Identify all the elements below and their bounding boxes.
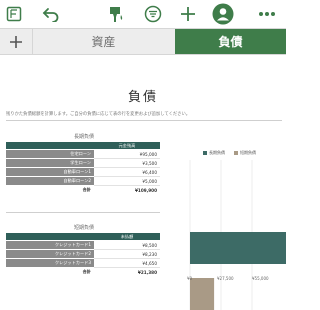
paintbrush-icon[interactable] bbox=[104, 2, 128, 26]
legend-swatch bbox=[234, 151, 238, 155]
table-row[interactable]: クレジットカード1 ¥8,500 bbox=[6, 240, 160, 250]
table-header-row: 元金残高 bbox=[6, 142, 160, 150]
table-row[interactable]: 学生ローン ¥3,500 bbox=[6, 158, 160, 168]
row-value: ¥8,500 bbox=[94, 240, 160, 250]
add-sheet-button[interactable] bbox=[0, 29, 33, 54]
sheet-tabs: 資産 負債 bbox=[0, 28, 286, 55]
bar-short-term[interactable] bbox=[190, 278, 215, 310]
header-balance: 元金残高 bbox=[94, 142, 160, 150]
total-label: 合計 bbox=[6, 185, 94, 195]
collaborate-icon[interactable] bbox=[211, 2, 235, 26]
total-row[interactable]: 合計 ¥109,900 bbox=[6, 185, 160, 195]
tab-liabilities[interactable]: 負債 bbox=[175, 29, 286, 54]
liabilities-bar-chart[interactable] bbox=[186, 160, 286, 310]
table-row[interactable]: 住宅ローン ¥95,000 bbox=[6, 149, 160, 159]
library-icon[interactable] bbox=[2, 2, 26, 26]
divider bbox=[6, 212, 160, 213]
long-term-title: 長期負債 bbox=[73, 134, 94, 140]
row-value: ¥8,230 bbox=[94, 249, 160, 259]
total-value: ¥109,900 bbox=[94, 185, 160, 195]
row-name: 住宅ローン bbox=[6, 149, 94, 159]
table-header-row: 未払額 bbox=[6, 233, 160, 241]
row-name: 学生ローン bbox=[6, 158, 94, 168]
row-value: ¥4,650 bbox=[94, 258, 160, 268]
table-row[interactable]: 自動車ローン1 ¥6,400 bbox=[6, 167, 160, 177]
tab-assets[interactable]: 資産 bbox=[33, 29, 174, 54]
legend-label: 短期負債 bbox=[240, 150, 256, 155]
short-term-title: 短期負債 bbox=[73, 225, 94, 231]
row-name: クレジットカード1 bbox=[6, 240, 94, 250]
row-name: クレジットカード2 bbox=[6, 249, 94, 259]
legend-item-short-term: 短期負債 bbox=[234, 150, 256, 156]
row-name: 自動車ローン2 bbox=[6, 176, 94, 186]
x-tick-label: ¥55,000 bbox=[252, 276, 269, 281]
document-canvas: 負債 残りかた負債総額を計算します。ご自分の負債に応じて表の行を変更および追加し… bbox=[0, 56, 286, 310]
row-name: クレジットカード3 bbox=[6, 258, 94, 268]
undo-icon[interactable] bbox=[39, 2, 63, 26]
page-title: 負債 bbox=[127, 90, 158, 105]
short-term-table[interactable]: 未払額 クレジットカード1 ¥8,500 クレジットカード2 ¥8,230 クレ… bbox=[6, 233, 160, 277]
row-value: ¥95,000 bbox=[94, 149, 160, 159]
add-icon[interactable] bbox=[176, 2, 200, 26]
total-row[interactable]: 合計 ¥21,380 bbox=[6, 267, 160, 277]
bar-long-term[interactable] bbox=[190, 232, 286, 264]
x-tick-label: ¥27,500 bbox=[217, 276, 234, 281]
table-row[interactable]: クレジットカード2 ¥8,230 bbox=[6, 249, 160, 259]
table-row[interactable]: 自動車ローン2 ¥5,000 bbox=[6, 176, 160, 186]
legend-swatch bbox=[203, 151, 207, 155]
legend-item-long-term: 長期負債 bbox=[203, 150, 225, 156]
row-value: ¥5,000 bbox=[94, 176, 160, 186]
row-value: ¥3,500 bbox=[94, 158, 160, 168]
x-tick-label: ¥0 bbox=[187, 276, 193, 281]
plus-icon bbox=[10, 35, 22, 48]
intro-text: 残りかた負債総額を計算します。ご自分の負債に応じて表の行を変更および追加してくだ… bbox=[6, 112, 191, 117]
total-value: ¥21,380 bbox=[94, 267, 160, 277]
table-row[interactable]: クレジットカード3 ¥4,650 bbox=[6, 258, 160, 268]
header-blank bbox=[6, 233, 94, 241]
toolbar bbox=[0, 0, 286, 28]
header-blank bbox=[6, 142, 94, 150]
row-value: ¥6,400 bbox=[94, 167, 160, 177]
format-icon[interactable] bbox=[141, 2, 165, 26]
divider bbox=[6, 120, 282, 121]
row-name: 自動車ローン1 bbox=[6, 167, 94, 177]
legend-label: 長期負債 bbox=[209, 150, 225, 155]
total-label: 合計 bbox=[6, 267, 94, 277]
more-icon[interactable] bbox=[255, 2, 279, 26]
header-unpaid: 未払額 bbox=[94, 233, 160, 241]
long-term-table[interactable]: 元金残高 住宅ローン ¥95,000 学生ローン ¥3,500 自動車ローン1 … bbox=[6, 142, 160, 195]
